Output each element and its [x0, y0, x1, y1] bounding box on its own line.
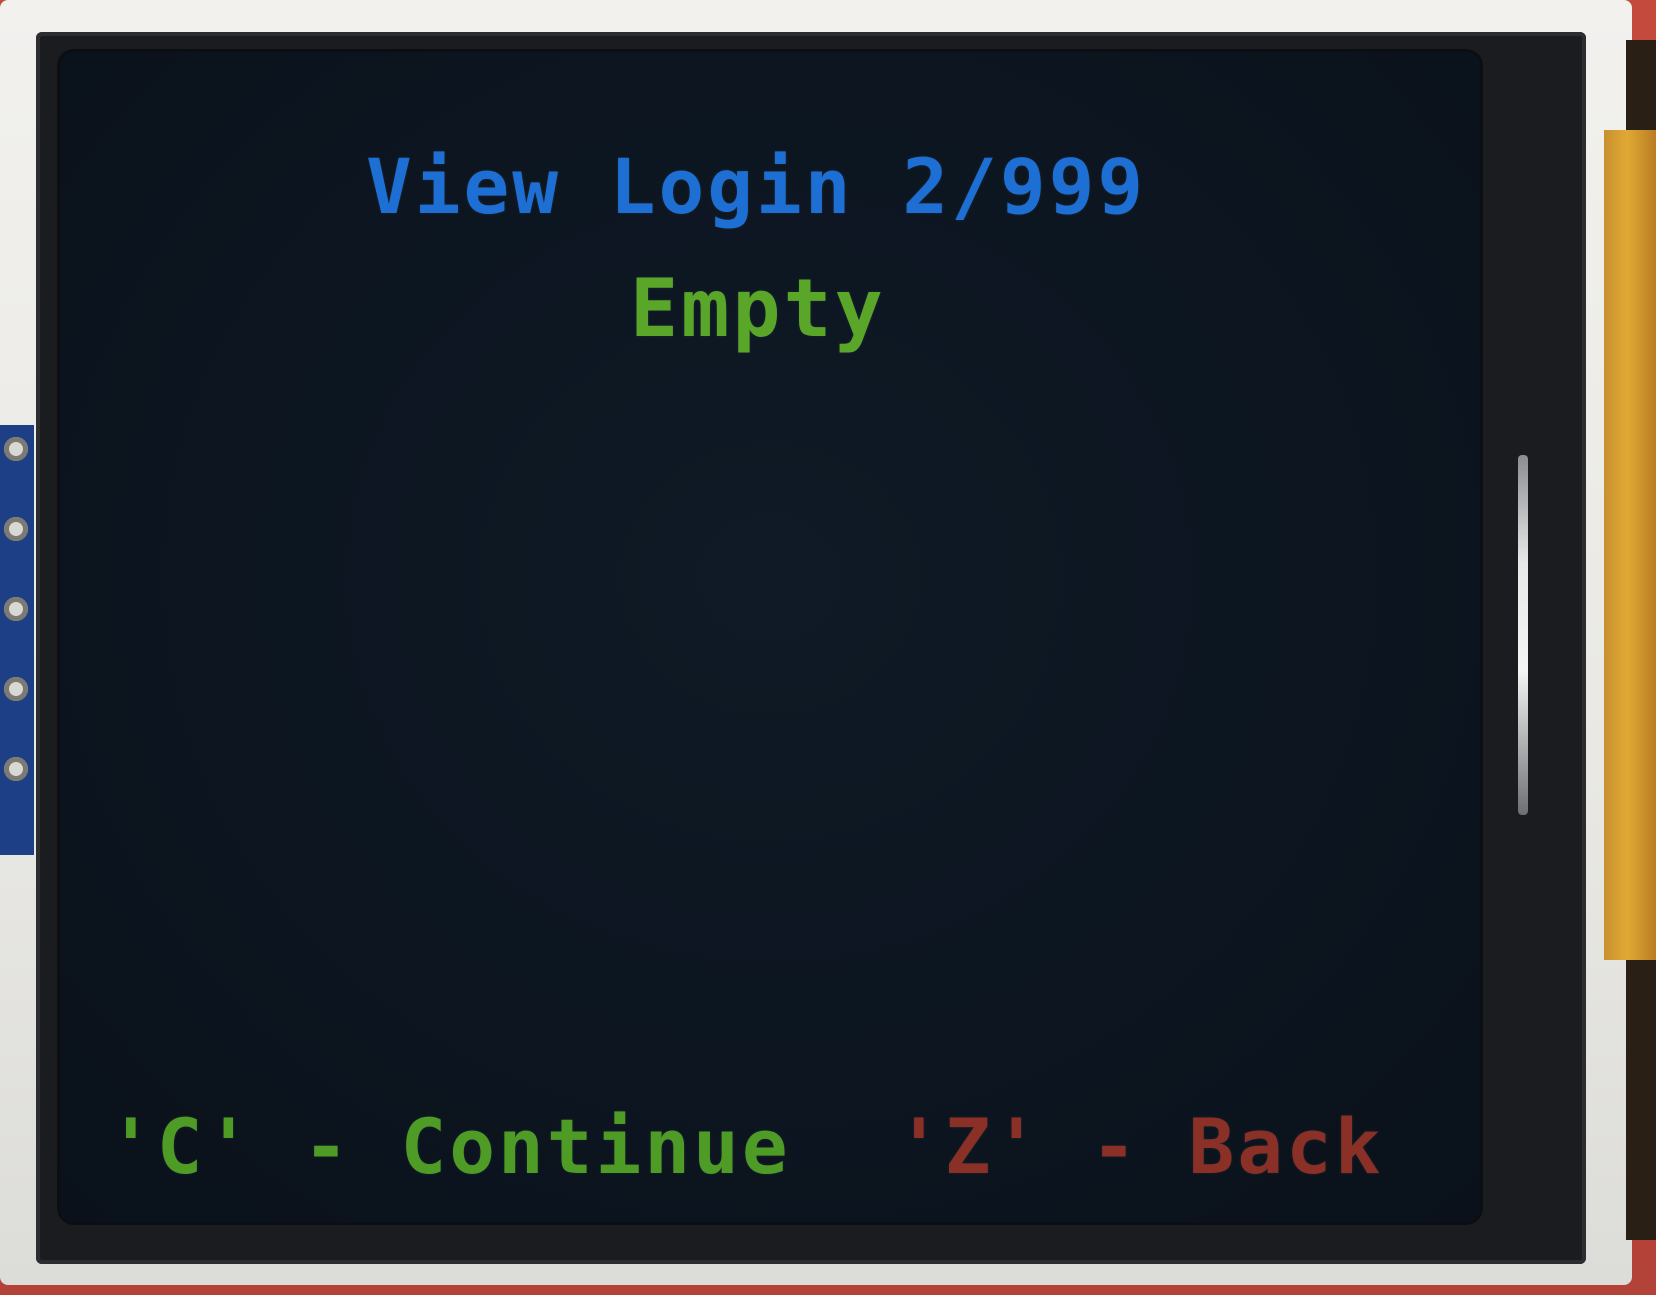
pcb-edge [0, 425, 34, 855]
bezel-reflection [1518, 455, 1528, 815]
screen-title: View Login 2/999 [366, 142, 1147, 231]
continue-hint[interactable]: 'C' - Continue [108, 1102, 791, 1191]
header-pin [4, 597, 28, 621]
flex-cable [1604, 130, 1656, 960]
header-pin [4, 437, 28, 461]
header-pin [4, 677, 28, 701]
back-hint[interactable]: 'Z' - Back [896, 1102, 1384, 1191]
login-status-label: Empty [630, 262, 886, 355]
device-photo: View Login 2/999 Empty 'C' - Continue 'Z… [0, 0, 1656, 1295]
header-pin [4, 757, 28, 781]
header-pin [4, 517, 28, 541]
